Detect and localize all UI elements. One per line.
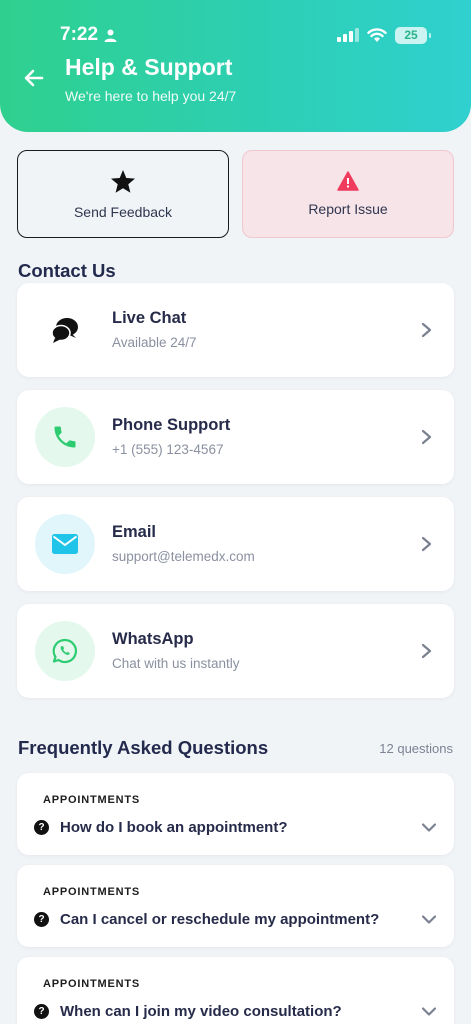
chevron-down-icon: [421, 823, 437, 832]
faq-question: How do I book an appointment?: [60, 819, 288, 836]
live-chat-icon-wrap: [35, 300, 95, 360]
phone-support-number: +1 (555) 123-4567: [112, 442, 224, 457]
question-icon: ?: [34, 912, 49, 927]
live-chat-title: Live Chat: [112, 309, 187, 327]
whatsapp-subtitle: Chat with us instantly: [112, 656, 240, 671]
faq-category: APPOINTMENTS: [43, 978, 140, 990]
faq-category: APPOINTMENTS: [43, 794, 140, 806]
chevron-right-icon: [421, 536, 432, 552]
header: 7:22 25 Help & Support We're here to hel…: [0, 0, 471, 132]
faq-category: APPOINTMENTS: [43, 886, 140, 898]
contact-whatsapp[interactable]: WhatsApp Chat with us instantly: [17, 604, 454, 698]
whatsapp-icon-wrap: [35, 621, 95, 681]
contact-email[interactable]: Email support@telemedx.com: [17, 497, 454, 591]
chevron-right-icon: [421, 429, 432, 445]
contact-section-title: Contact Us: [18, 260, 116, 281]
status-indicators: 25: [337, 26, 431, 44]
report-issue-label: Report Issue: [308, 201, 388, 217]
report-issue-button[interactable]: Report Issue: [242, 150, 454, 238]
phone-icon-wrap: [35, 407, 95, 467]
phone-icon: [54, 426, 76, 448]
faq-section-title: Frequently Asked Questions: [18, 737, 269, 758]
faq-count: 12 questions: [379, 741, 453, 756]
status-bar: 7:22 25: [60, 22, 431, 48]
back-arrow-icon[interactable]: [22, 66, 46, 90]
faq-question: Can I cancel or reschedule my appointmen…: [60, 911, 380, 928]
send-feedback-label: Send Feedback: [73, 203, 173, 220]
chat-bubbles-icon: [51, 318, 78, 343]
question-icon: ?: [34, 820, 49, 835]
contact-phone-support[interactable]: Phone Support +1 (555) 123-4567: [17, 390, 454, 484]
email-icon-wrap: [35, 514, 95, 574]
faq-item[interactable]: APPOINTMENTS ? How do I book an appointm…: [17, 773, 454, 855]
whatsapp-icon: [52, 638, 77, 664]
question-icon: ?: [34, 1004, 49, 1019]
faq-question: When can I join my video consultation?: [60, 1003, 342, 1020]
email-title: Email: [112, 523, 157, 541]
live-chat-subtitle: Available 24/7: [112, 335, 197, 350]
email-address: support@telemedx.com: [112, 549, 255, 564]
send-feedback-button[interactable]: Send Feedback: [17, 150, 229, 238]
mail-icon: [52, 534, 78, 554]
page-subtitle: We're here to help you 24/7: [65, 88, 237, 104]
chevron-down-icon: [421, 1007, 437, 1016]
warning-icon: [337, 171, 359, 191]
chevron-down-icon: [421, 915, 437, 924]
time-text: 7:22: [60, 24, 99, 45]
chevron-right-icon: [421, 322, 432, 338]
contact-live-chat[interactable]: Live Chat Available 24/7: [17, 283, 454, 377]
phone-support-title: Phone Support: [112, 416, 231, 434]
battery-icon: 25: [395, 26, 431, 44]
page-title: Help & Support: [65, 54, 233, 80]
wifi-icon: [367, 27, 387, 42]
status-time: 7:22: [60, 24, 117, 46]
person-icon: [104, 29, 117, 42]
star-icon: [111, 169, 135, 193]
faq-item[interactable]: APPOINTMENTS ? When can I join my video …: [17, 957, 454, 1024]
faq-item[interactable]: APPOINTMENTS ? Can I cancel or reschedul…: [17, 865, 454, 947]
whatsapp-title: WhatsApp: [112, 630, 194, 648]
signal-icon: [337, 28, 359, 42]
chevron-right-icon: [421, 643, 432, 659]
